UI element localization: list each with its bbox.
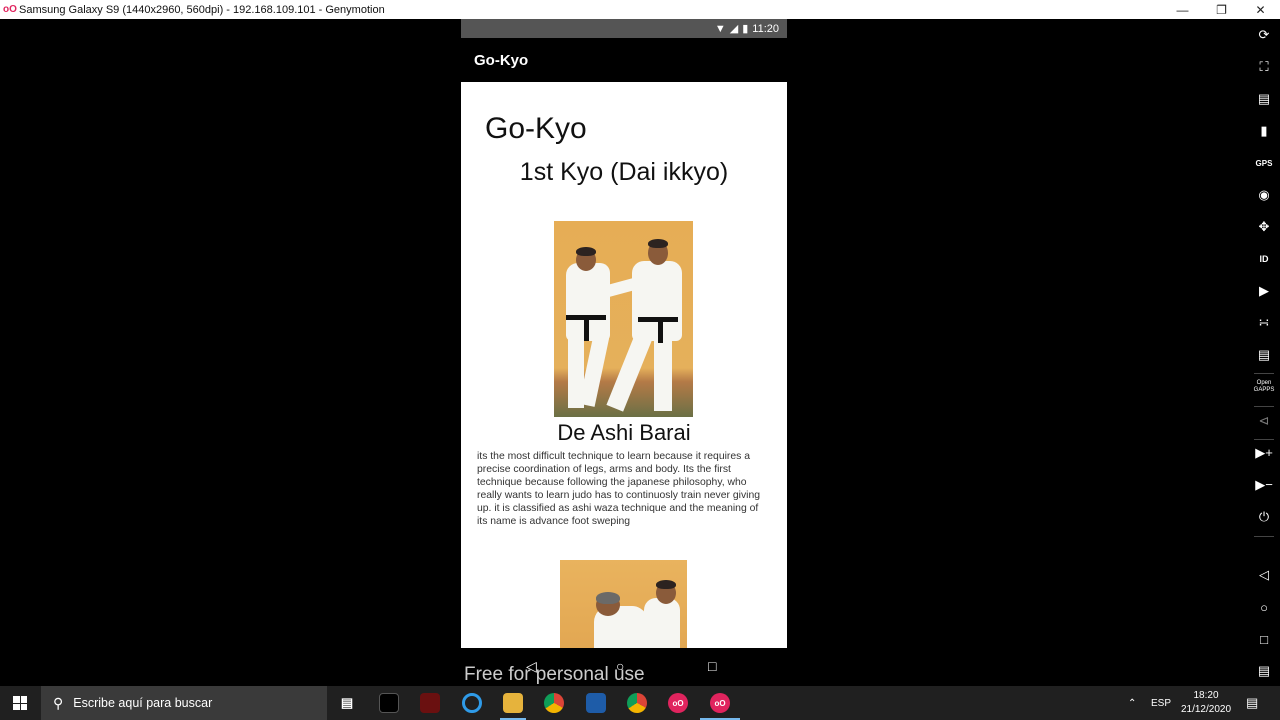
fullscreen-icon[interactable]: ⛶ — [1248, 55, 1280, 79]
windows-taskbar: ⚲ Escribe aquí para buscar ▤ oO oO ⌃ ESP… — [0, 686, 1280, 720]
genymotion-device-icon[interactable]: oO — [710, 693, 730, 713]
app-bar: Go-Kyo — [461, 38, 787, 82]
tray-chevron-icon[interactable]: ⌃ — [1128, 686, 1136, 720]
media-icon[interactable]: ▶ — [1248, 279, 1280, 303]
edge-icon[interactable] — [462, 693, 482, 713]
technique-title: De Ashi Barai — [557, 420, 691, 445]
notification-center-icon[interactable]: ▤ — [1246, 686, 1258, 720]
rotate-icon[interactable]: ⟳ — [1248, 23, 1280, 47]
technique-description: its the most difficult technique to lear… — [477, 451, 761, 527]
recents-icon[interactable]: □ — [1248, 627, 1280, 651]
taskbar-clock[interactable]: 18:20 21/12/2020 — [1176, 689, 1236, 717]
restore-button[interactable]: ❐ — [1202, 0, 1241, 19]
home-icon[interactable]: ○ — [1248, 595, 1280, 619]
menu-icon[interactable]: ▤ — [1248, 659, 1280, 683]
genymotion-icon[interactable]: oO — [668, 693, 688, 713]
file-explorer-icon[interactable] — [503, 693, 523, 713]
capture-icon[interactable]: ▤ — [1248, 87, 1280, 111]
network-icon[interactable]: ∺ — [1248, 311, 1280, 335]
language-indicator[interactable]: ESP — [1151, 686, 1171, 720]
volume-down-icon[interactable]: ▶− — [1248, 473, 1280, 497]
app-title: Go-Kyo — [474, 52, 529, 69]
battery-status-icon: ▮ — [742, 23, 749, 35]
wifi-icon: ▼ — [714, 22, 726, 35]
camera-icon[interactable]: ◉ — [1248, 183, 1280, 207]
content-scroll[interactable]: Go-Kyo 1st Kyo (Dai ikkyo) De Ashi Barai… — [461, 82, 787, 648]
window-controls: — ❐ ✕ — [1163, 0, 1280, 19]
technique-photo — [554, 221, 693, 417]
genymotion-logo-icon: oO — [3, 4, 17, 15]
genymotion-toolbar: ⟳ ⛶ ▤ ▮ GPS ◉ ✥ ID ▶ ∺ ▤ Open GAPPS ⊲ ▶+… — [1248, 19, 1280, 686]
clock-date: 21/12/2020 — [1180, 704, 1232, 715]
back-icon[interactable]: ◁ — [1248, 563, 1280, 587]
window-titlebar: oO Samsung Galaxy S9 (1440x2960, 560dpi)… — [0, 0, 1280, 19]
windows-logo-icon — [13, 696, 27, 710]
app-black-icon[interactable] — [379, 693, 399, 713]
status-time: 11:20 — [752, 22, 779, 35]
power-icon[interactable]: ⏻ — [1248, 505, 1280, 529]
page-heading: Go-Kyo — [485, 112, 587, 145]
gps-icon[interactable]: GPS — [1248, 151, 1280, 175]
battery-icon[interactable]: ▮ — [1248, 119, 1280, 143]
start-button[interactable] — [0, 686, 40, 720]
volume-up-icon[interactable]: ▶+ — [1248, 441, 1280, 465]
share-icon[interactable]: ⊲ — [1248, 409, 1280, 433]
taskbar-search[interactable]: ⚲ Escribe aquí para buscar — [41, 686, 327, 720]
signal-icon: ◢ — [729, 23, 739, 35]
dpad-icon[interactable]: ✥ — [1248, 215, 1280, 239]
minimize-button[interactable]: — — [1163, 0, 1202, 19]
device-id-icon[interactable]: ID — [1248, 247, 1280, 271]
task-view-icon[interactable]: ▤ — [337, 693, 357, 713]
next-technique-photo — [560, 560, 687, 648]
status-bar: ▼ ◢ ▮ 11:20 — [461, 19, 787, 38]
search-placeholder: Escribe aquí para buscar — [73, 696, 213, 710]
app-blue-icon[interactable] — [586, 693, 606, 713]
close-button[interactable]: ✕ — [1241, 0, 1280, 19]
chrome-icon[interactable] — [544, 693, 564, 713]
chrome-profile-icon[interactable] — [627, 693, 647, 713]
app-red-icon[interactable] — [420, 693, 440, 713]
search-icon: ⚲ — [53, 694, 64, 711]
window-title: Samsung Galaxy S9 (1440x2960, 560dpi) - … — [19, 3, 385, 16]
sms-icon[interactable]: ▤ — [1248, 343, 1280, 367]
kyo-subheading: 1st Kyo (Dai ikkyo) — [519, 158, 729, 186]
watermark-text: Free for personal use — [464, 664, 645, 685]
clock-time: 18:20 — [1193, 690, 1219, 701]
open-gapps-icon[interactable]: Open GAPPS — [1248, 375, 1280, 399]
device-screen: ▼ ◢ ▮ 11:20 Go-Kyo Go-Kyo 1st Kyo (Dai i… — [461, 19, 787, 686]
nav-recents-button[interactable]: □ — [708, 658, 716, 674]
